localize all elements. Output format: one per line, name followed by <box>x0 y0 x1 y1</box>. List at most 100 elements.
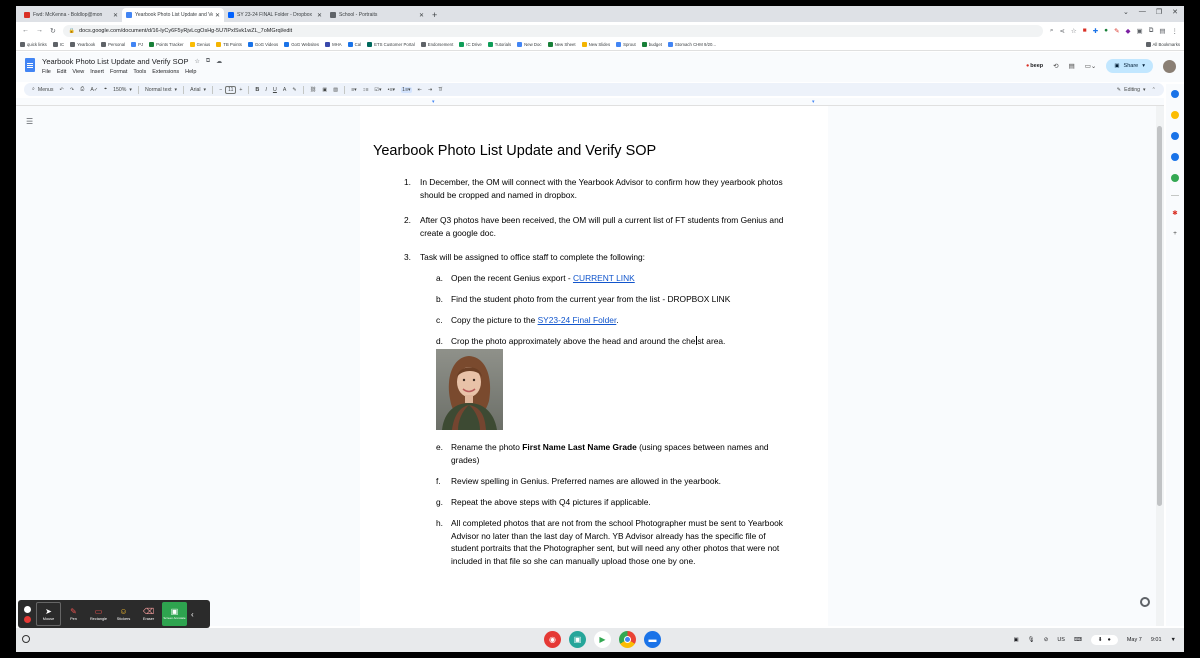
undo-icon[interactable]: ↶ <box>59 87 63 93</box>
bookmark[interactable]: ETS Customer Portal <box>367 42 415 47</box>
profile-icon[interactable]: ▤ <box>1159 27 1165 35</box>
print-icon[interactable]: ⎙ <box>80 86 84 93</box>
bookmark[interactable]: IC <box>52 42 64 47</box>
final-folder-link[interactable]: SY23-24 Final Folder <box>538 315 617 325</box>
beep-button[interactable]: beep <box>1026 63 1043 69</box>
bookmark[interactable]: New Slides <box>581 42 610 47</box>
menu-insert[interactable]: Insert <box>90 69 104 75</box>
chevron-up-icon[interactable]: ⌃ <box>1152 87 1156 93</box>
tab-portraits[interactable]: School - Portraits ✕ <box>326 8 428 22</box>
menu-format[interactable]: Format <box>110 69 127 75</box>
move-icon[interactable]: ⧉ <box>206 58 210 65</box>
play-store-icon[interactable]: ▶ <box>594 631 611 648</box>
new-tab-button[interactable]: + <box>432 8 437 22</box>
text-color-icon[interactable]: A <box>283 87 286 93</box>
editing-mode-select[interactable]: ✎ Editing ▾ <box>1117 87 1146 93</box>
minimize-icon[interactable]: — <box>1139 8 1146 16</box>
microphone-icon[interactable]: 🎙 <box>1028 637 1035 643</box>
tool-rectangle[interactable]: ▭ Rectangle <box>86 600 111 628</box>
bookmark[interactable]: Points Tracker <box>149 42 184 47</box>
close-icon[interactable]: ✕ <box>215 12 220 19</box>
pause-icon[interactable] <box>23 605 31 613</box>
chevron-down-icon[interactable]: ⌄ <box>1123 8 1129 16</box>
maps-icon[interactable] <box>1171 174 1179 182</box>
tool-screen-annotate[interactable]: ▣ Screen Annotate <box>162 602 187 626</box>
paint-format-icon[interactable]: ⌖ <box>104 86 107 93</box>
tab-dropbox[interactable]: SY 23-24 FINAL Folder - Dropbox ✕ <box>224 8 326 22</box>
tool-eraser[interactable]: ⌫ Eraser <box>136 600 161 628</box>
current-link[interactable]: CURRENT LINK <box>573 273 635 283</box>
increase-indent-icon[interactable]: ⇥ <box>428 87 432 93</box>
tool-pen[interactable]: ✎ Pen <box>61 600 86 628</box>
bookmark[interactable]: Personal <box>101 42 125 47</box>
bold-icon[interactable]: B <box>255 87 259 93</box>
tab-doc[interactable]: Yearbook Photo List Update and Verify SO… <box>122 8 224 22</box>
extension-icon[interactable]: ◆ <box>1126 27 1131 35</box>
bookmark[interactable]: Stomach CHM 9/20... <box>667 42 716 47</box>
comment-icon[interactable]: ▤ <box>1069 62 1075 70</box>
addon-icon[interactable]: ✱ <box>1172 209 1177 217</box>
italic-icon[interactable]: I <box>265 87 267 93</box>
doc-title[interactable]: Yearbook Photo List Update and Verify SO… <box>42 57 188 66</box>
bookmark[interactable]: Genius <box>189 42 210 47</box>
address-bar[interactable]: 🔒 docs.google.com/document/d/16-lyCy6F5y… <box>62 24 1043 37</box>
extension-icon[interactable]: ▣ <box>1137 27 1143 35</box>
line-spacing-icon[interactable]: ↕≡ <box>363 87 369 93</box>
bookmark[interactable]: New Sheet <box>547 42 576 47</box>
screen-capture-icon[interactable]: ▣ <box>1014 637 1019 643</box>
close-icon[interactable]: ✕ <box>419 12 424 19</box>
tab-email[interactable]: Fwd: McKenna - Boldlop@mon ✕ <box>20 8 122 22</box>
menu-file[interactable]: File <box>42 69 51 75</box>
style-select[interactable]: Normal text ▾ <box>145 87 177 93</box>
share-icon[interactable]: ⋖ <box>1059 27 1064 35</box>
status-area[interactable]: ⬇ ● <box>1090 635 1118 645</box>
bookmark[interactable]: quick links <box>20 42 47 47</box>
record-icon[interactable] <box>23 615 31 623</box>
menu-edit[interactable]: Edit <box>57 69 66 75</box>
bookmark[interactable]: GoG Videos <box>247 42 278 47</box>
menu-view[interactable]: View <box>72 69 84 75</box>
bookmark[interactable]: New Doc <box>517 42 542 47</box>
contacts-icon[interactable] <box>1171 153 1179 161</box>
outline-icon[interactable]: ☰ <box>26 117 33 126</box>
keyboard-icon[interactable]: ⌨ <box>1074 637 1082 643</box>
launcher-icon[interactable] <box>22 635 30 643</box>
doc-page[interactable]: Yearbook Photo List Update and Verify SO… <box>360 106 828 626</box>
bookmark[interactable]: Cal <box>347 42 361 47</box>
recording-indicator-icon[interactable] <box>1140 597 1150 607</box>
menu-extensions[interactable]: Extensions <box>152 69 179 75</box>
star-icon[interactable]: ☆ <box>1071 27 1077 35</box>
all-bookmarks[interactable]: All Bookmarks <box>1145 42 1180 47</box>
collapse-icon[interactable]: ‹ <box>188 600 197 628</box>
bookmark[interactable]: GoG Websites <box>284 42 319 47</box>
forward-icon[interactable]: → <box>36 27 43 34</box>
annotation-handle[interactable] <box>18 600 36 628</box>
bookmark[interactable]: TB Points <box>216 42 242 47</box>
close-window-icon[interactable]: ✕ <box>1172 8 1178 16</box>
history-icon[interactable]: ⟲ <box>1053 62 1058 70</box>
meet-icon[interactable]: ▭⌄ <box>1085 62 1097 70</box>
extension-icon[interactable]: ✎ <box>1114 27 1119 35</box>
highlight-icon[interactable]: ✎ <box>292 87 296 93</box>
bookmark[interactable]: Endorsement <box>420 42 453 47</box>
font-size-value[interactable]: 11 <box>225 85 237 94</box>
menu-help[interactable]: Help <box>185 69 196 75</box>
do-not-disturb-icon[interactable]: ⊘ <box>1044 637 1049 643</box>
back-icon[interactable]: ← <box>22 27 29 34</box>
extensions-puzzle-icon[interactable]: ⧉ <box>1149 27 1154 35</box>
bookmark[interactable]: Tutorials <box>487 42 511 47</box>
bookmark[interactable]: MHA <box>325 42 342 47</box>
comment-add-icon[interactable]: ▣ <box>322 87 327 93</box>
redo-icon[interactable]: ↷ <box>70 87 74 93</box>
extension-icon[interactable]: ■ <box>1083 27 1087 34</box>
zoom-select[interactable]: 150% ▾ <box>113 87 132 93</box>
link-icon[interactable]: ⛓ <box>310 87 317 93</box>
student-photo[interactable] <box>436 349 503 430</box>
bookmark[interactable]: PJ <box>131 42 143 47</box>
bookmark[interactable]: Sprout <box>616 42 636 47</box>
reload-icon[interactable]: ↻ <box>50 27 56 35</box>
date[interactable]: May 7 <box>1127 637 1142 643</box>
bookmark[interactable]: Yearbook <box>70 42 95 47</box>
font-select[interactable]: Arial ▾ <box>190 87 206 93</box>
close-icon[interactable]: ✕ <box>317 12 322 19</box>
